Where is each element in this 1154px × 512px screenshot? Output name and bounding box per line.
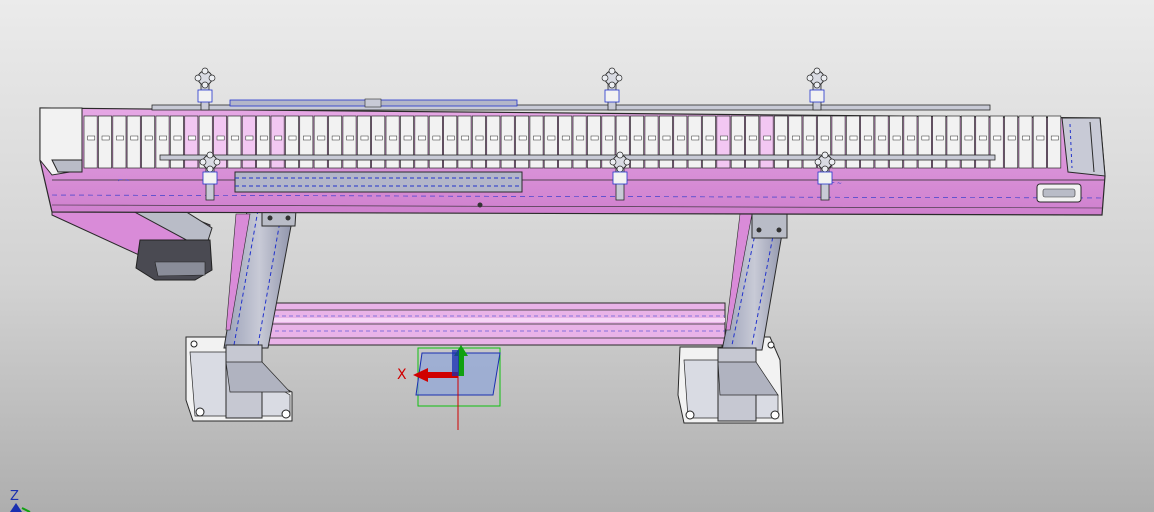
cad-3d-viewport[interactable]: ⌐ ~ ⌐ ~ X Z xyxy=(0,0,1154,512)
view-orientation-indicator[interactable] xyxy=(0,0,1154,512)
view-z-label: Z xyxy=(10,489,19,504)
view-y-axis-icon xyxy=(21,507,31,512)
view-z-axis-icon xyxy=(10,503,22,512)
